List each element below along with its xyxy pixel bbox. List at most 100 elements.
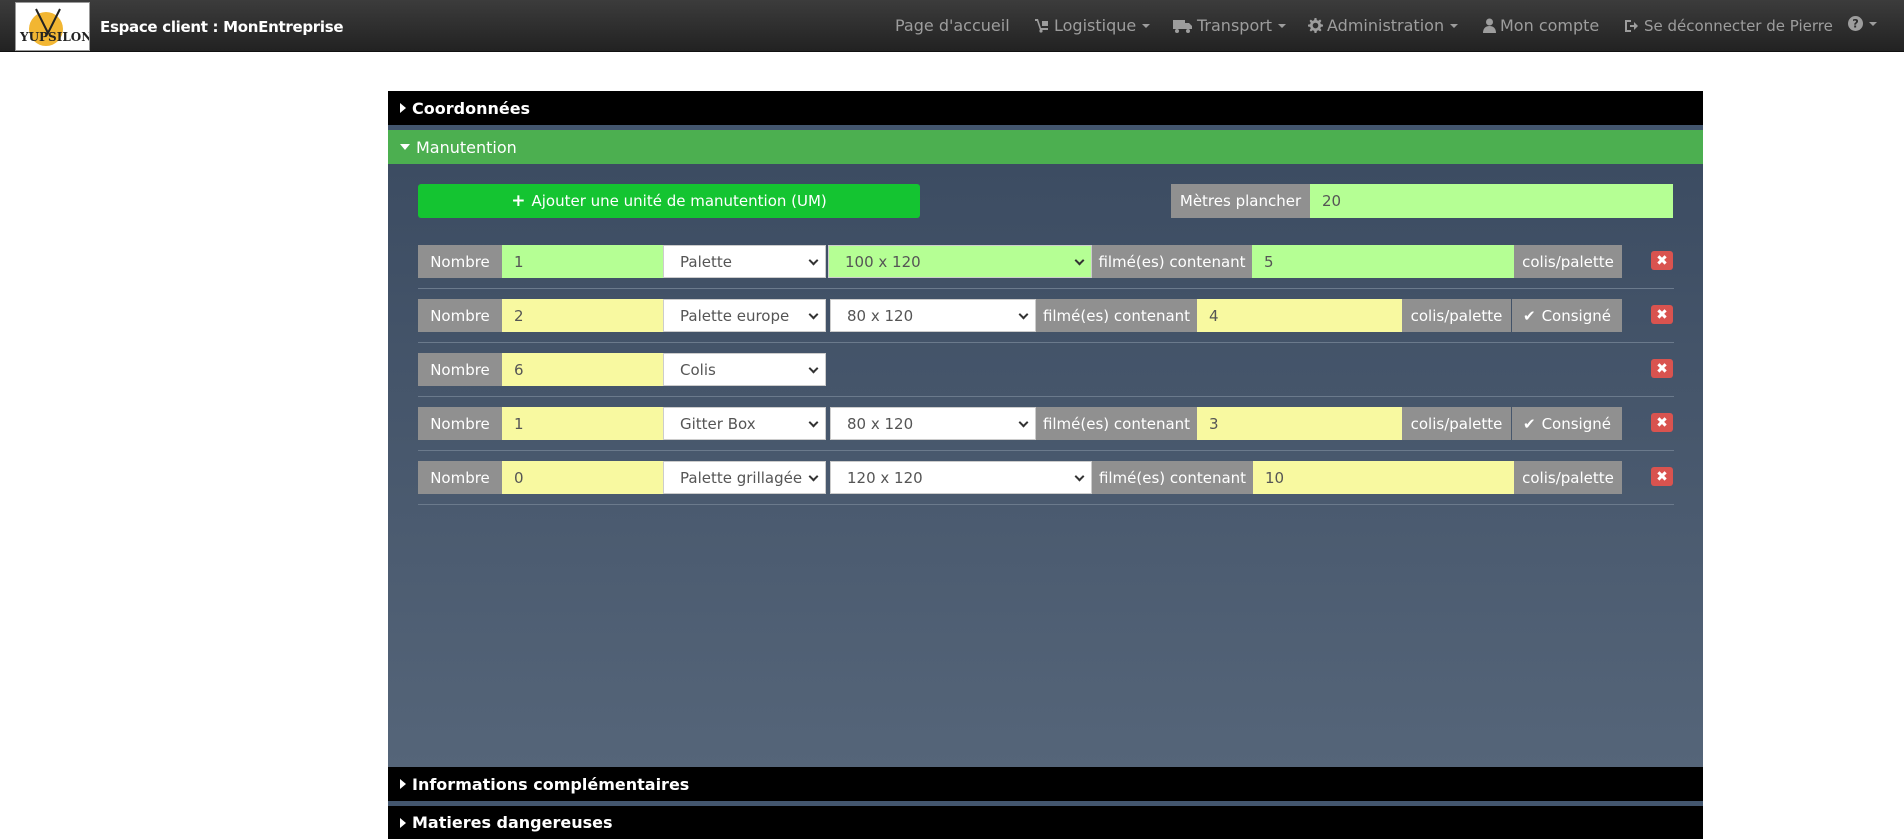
nav-logistique[interactable]: Logistique (1034, 16, 1151, 35)
row4-type-select[interactable]: Gitter Box (663, 407, 826, 440)
row4-type-value: Gitter Box (680, 414, 756, 433)
add-handling-unit-button[interactable]: + Ajouter une unité de manutention (UM) (418, 184, 920, 218)
row2-consigne-toggle[interactable]: ✔ Consigné (1512, 299, 1622, 332)
section-manutention-title: Manutention (416, 137, 517, 157)
row5-size-value: 120 x 120 (847, 468, 923, 487)
section-coordonnees[interactable]: Coordonnées (388, 91, 1703, 125)
nav-logout[interactable]: Se déconnecter de Pierre (1625, 17, 1833, 35)
close-icon: ✖ (1656, 252, 1668, 269)
chevron-down-icon (1018, 309, 1029, 319)
section-matieres[interactable]: Matieres dangereuses (388, 806, 1703, 839)
nav-administration[interactable]: Administration (1308, 16, 1459, 35)
company-logo[interactable]: YUPSILON (15, 2, 90, 51)
row1-size-value: 100 x 120 (845, 252, 921, 271)
row5-size-select[interactable]: 120 x 120 (830, 461, 1092, 494)
chevron-down-icon (808, 363, 819, 373)
row4-filme-label: filmé(es) contenant (1036, 407, 1197, 440)
help-icon: ? (1848, 16, 1863, 31)
row-divider (418, 342, 1674, 343)
row3-nombre-input[interactable]: 6 (502, 353, 663, 386)
row3-delete-button[interactable]: ✖ (1651, 359, 1673, 378)
nav-transport-label: Transport (1197, 16, 1273, 35)
caret-down-icon (1869, 21, 1877, 26)
row2-size-select[interactable]: 80 x 120 (830, 299, 1036, 332)
section-informations-title: Informations complémentaires (412, 774, 690, 794)
logo-graphic: YUPSILON (19, 8, 90, 46)
nav-administration-label: Administration (1327, 16, 1445, 35)
row4-nombre-label: Nombre (418, 407, 502, 440)
row4-consigne-label: Consigné (1541, 414, 1611, 433)
chevron-down-icon (808, 417, 819, 427)
close-icon: ✖ (1656, 468, 1668, 485)
nav-home[interactable]: Page d'accueil (895, 16, 1010, 35)
row2-consigne-label: Consigné (1541, 306, 1611, 325)
row2-type-value: Palette europe (680, 306, 790, 325)
truck-icon (1173, 19, 1192, 33)
section-coordonnees-title: Coordonnées (412, 98, 531, 118)
section-matieres-title: Matieres dangereuses (412, 813, 613, 832)
top-navbar: YUPSILON Espace client : MonEntreprise P… (0, 0, 1904, 52)
row5-nombre-label: Nombre (418, 461, 502, 494)
row5-type-select[interactable]: Palette grillagée (663, 461, 826, 494)
row-divider (418, 504, 1674, 505)
nav-help[interactable]: ? (1848, 16, 1877, 31)
row4-delete-button[interactable]: ✖ (1651, 413, 1673, 432)
section-informations[interactable]: Informations complémentaires (388, 767, 1703, 801)
chevron-down-icon (1074, 471, 1085, 481)
check-icon: ✔ (1523, 414, 1536, 433)
row-divider (418, 450, 1674, 451)
chevron-down-icon (808, 471, 819, 481)
metres-plancher-label: Mètres plancher (1171, 184, 1310, 218)
chevron-down-icon (808, 255, 819, 265)
nav-logout-label: Se déconnecter de Pierre (1644, 17, 1833, 35)
dolly-icon (1035, 19, 1048, 33)
caret-right-icon (400, 817, 406, 828)
section-manutention[interactable]: Manutention (388, 130, 1703, 164)
row2-size-value: 80 x 120 (847, 306, 914, 325)
caret-down-icon (1450, 23, 1459, 28)
row5-delete-button[interactable]: ✖ (1651, 467, 1673, 486)
row4-size-value: 80 x 120 (847, 414, 914, 433)
row-divider (418, 396, 1674, 397)
row1-size-select[interactable]: 100 x 120 (828, 245, 1092, 278)
nav-account[interactable]: Mon compte (1483, 16, 1599, 35)
row1-colis-input[interactable]: 5 (1252, 245, 1514, 278)
row5-colis-input[interactable]: 10 (1253, 461, 1514, 494)
row4-nombre-input[interactable]: 1 (502, 407, 663, 440)
row3-type-select[interactable]: Colis (663, 353, 826, 386)
row2-nombre-label: Nombre (418, 299, 502, 332)
row5-nombre-input[interactable]: 0 (502, 461, 663, 494)
row1-unit-label: colis/palette (1514, 245, 1622, 278)
caret-down-icon (1278, 23, 1287, 28)
row1-filme-label: filmé(es) contenant (1092, 245, 1252, 278)
svg-text:?: ? (1852, 18, 1859, 31)
gear-icon (1308, 18, 1323, 33)
row5-unit-label: colis/palette (1514, 461, 1622, 494)
plus-icon: + (511, 191, 526, 211)
row4-size-select[interactable]: 80 x 120 (830, 407, 1036, 440)
row2-delete-button[interactable]: ✖ (1651, 305, 1673, 324)
svg-text:YUPSILON: YUPSILON (19, 30, 90, 44)
chevron-down-icon (808, 309, 819, 319)
row2-filme-label: filmé(es) contenant (1036, 299, 1197, 332)
row2-nombre-input[interactable]: 2 (502, 299, 663, 332)
row4-unit-label: colis/palette (1402, 407, 1511, 440)
row1-nombre-input[interactable]: 1 (502, 245, 663, 278)
row1-type-select[interactable]: Palette (663, 245, 826, 278)
row1-delete-button[interactable]: ✖ (1651, 251, 1673, 270)
row5-filme-label: filmé(es) contenant (1092, 461, 1253, 494)
row4-colis-input[interactable]: 3 (1197, 407, 1402, 440)
nav-logistique-label: Logistique (1054, 16, 1137, 35)
row4-consigne-toggle[interactable]: ✔ Consigné (1512, 407, 1622, 440)
nav-account-label: Mon compte (1500, 16, 1600, 35)
row5-type-value: Palette grillagée (680, 468, 803, 487)
row1-nombre-label: Nombre (418, 245, 502, 278)
metres-plancher-input[interactable]: 20 (1310, 184, 1673, 218)
row3-type-value: Colis (680, 360, 716, 379)
row-divider (418, 288, 1674, 289)
user-icon (1483, 18, 1496, 33)
nav-transport[interactable]: Transport (1173, 16, 1287, 35)
row2-type-select[interactable]: Palette europe (663, 299, 826, 332)
row2-colis-input[interactable]: 4 (1197, 299, 1402, 332)
close-icon: ✖ (1656, 414, 1668, 431)
